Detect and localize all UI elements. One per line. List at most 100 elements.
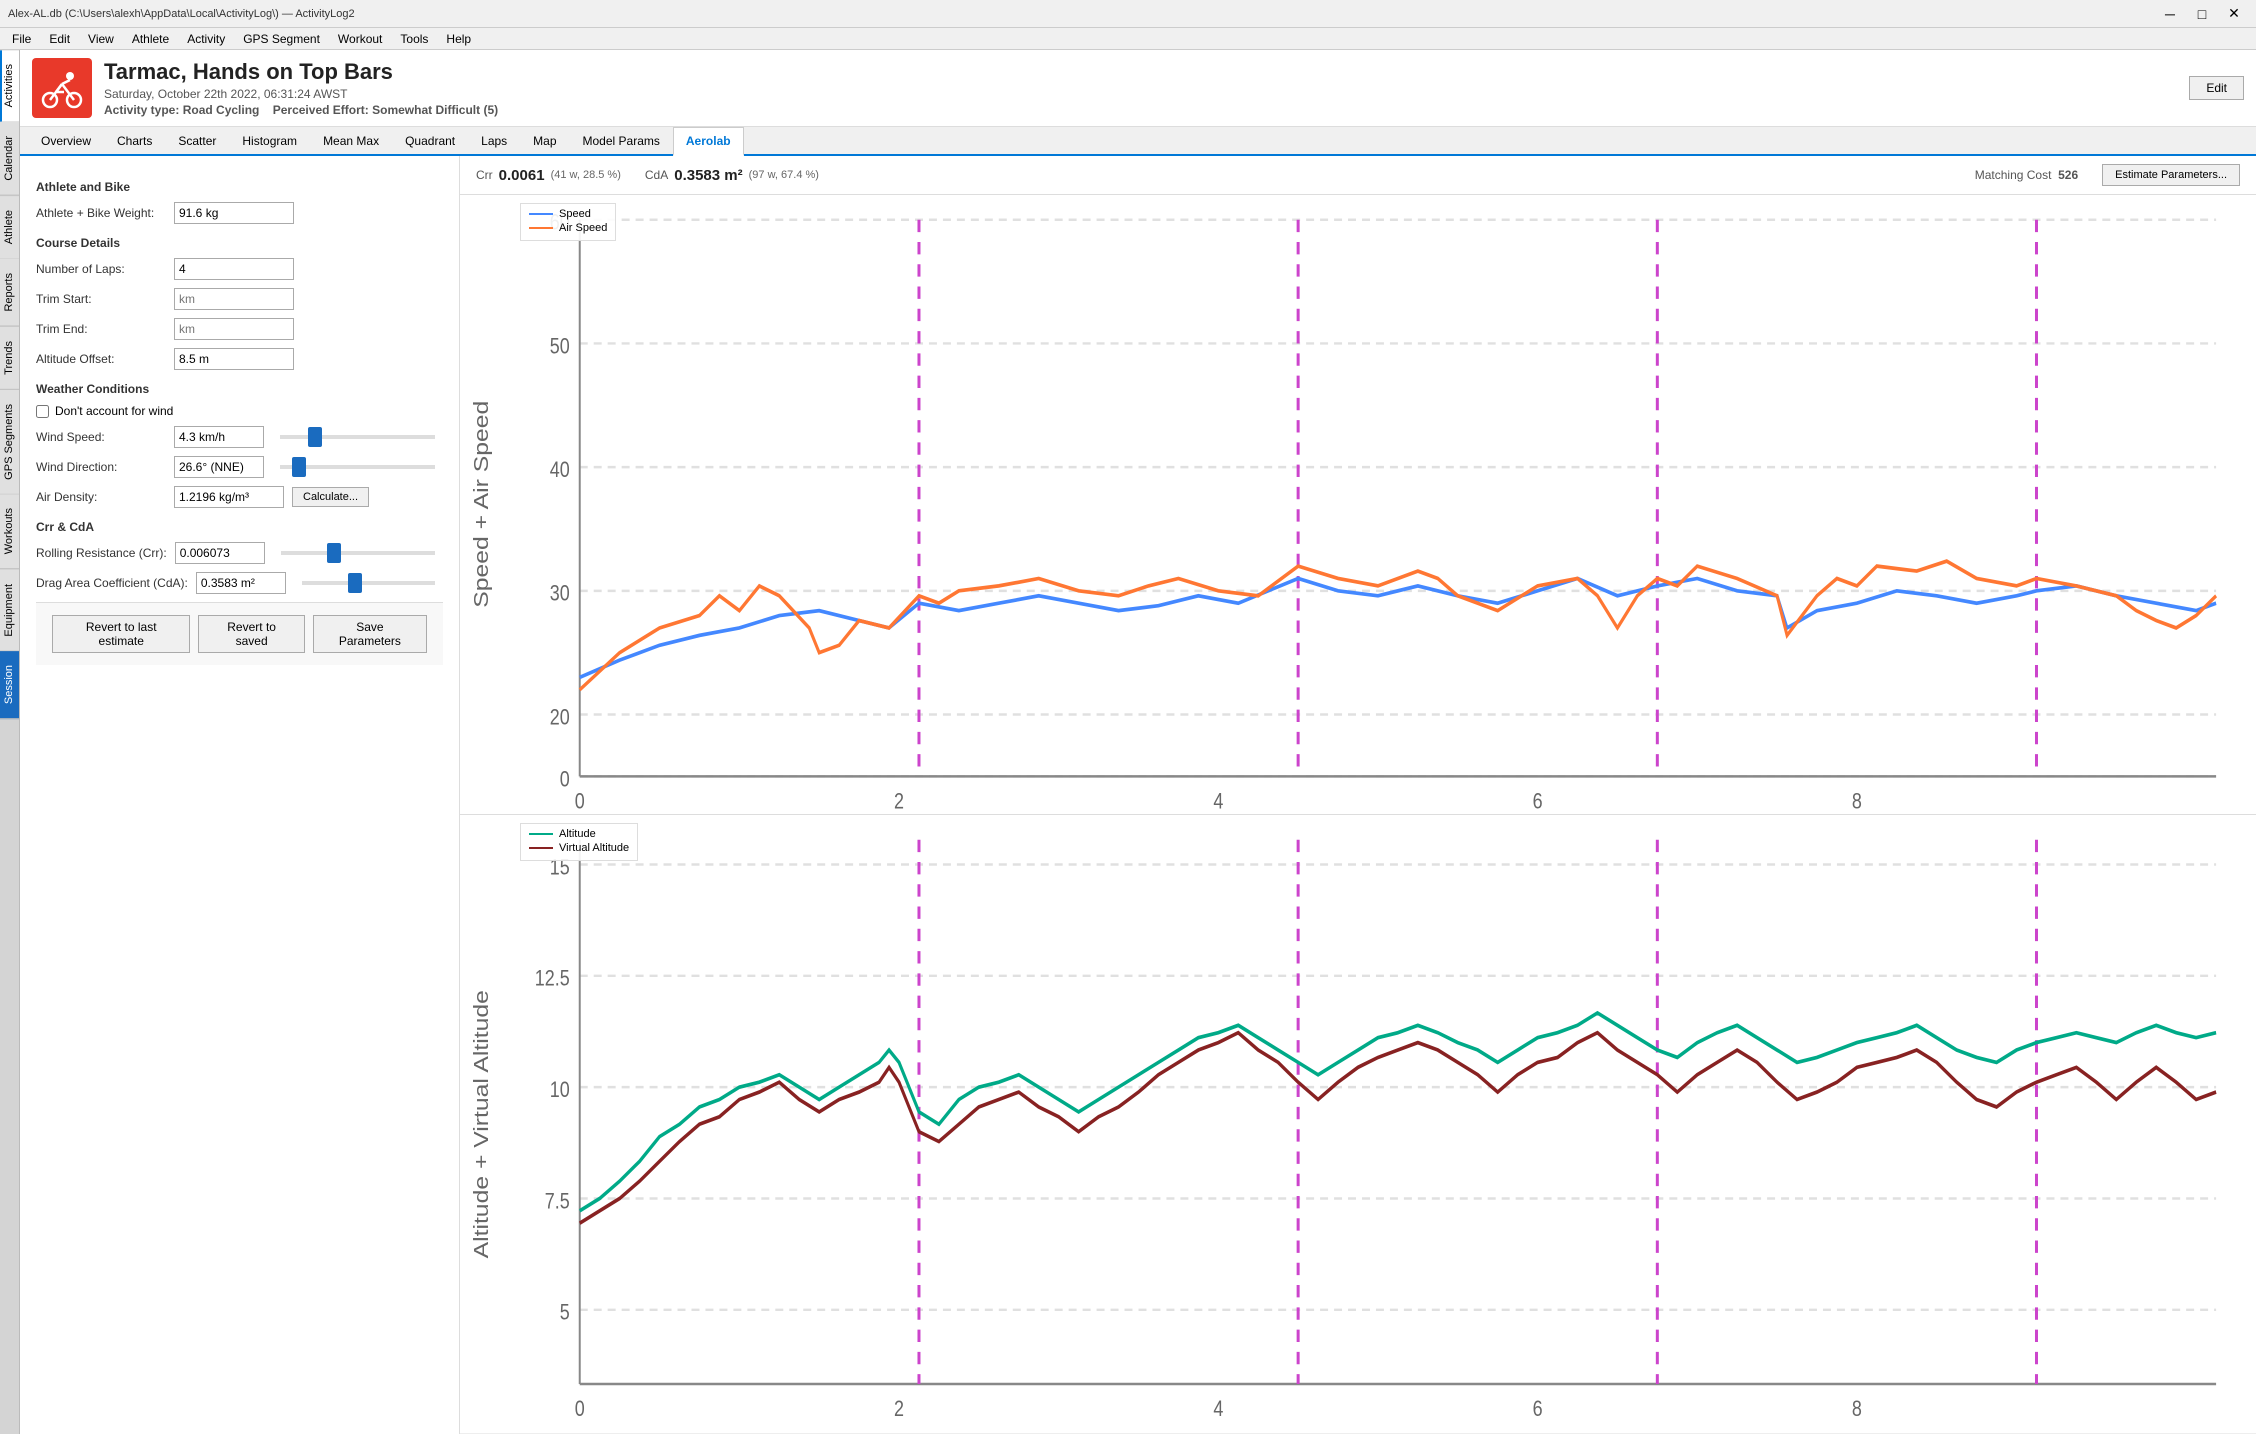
athlete-bike-section-title: Athlete and Bike (36, 180, 443, 194)
header-area: Tarmac, Hands on Top Bars Saturday, Octo… (20, 50, 2256, 127)
dont-account-wind-row: Don't account for wind (36, 404, 443, 418)
menu-workout[interactable]: Workout (330, 30, 390, 48)
perceived-effort-label: Perceived Effort: (273, 103, 369, 117)
menu-athlete[interactable]: Athlete (124, 30, 177, 48)
altitude-offset-row: Altitude Offset: (36, 348, 443, 370)
crr-stat-detail: (41 w, 28.5 %) (551, 169, 621, 181)
sidebar-item-session[interactable]: Session (0, 651, 19, 719)
sidebar-item-equipment[interactable]: Equipment (0, 570, 19, 652)
svg-text:4: 4 (1213, 1397, 1223, 1421)
tab-mean-max[interactable]: Mean Max (310, 127, 392, 154)
sidebar-item-trends[interactable]: Trends (0, 327, 19, 390)
trim-start-label: Trim Start: (36, 292, 166, 306)
drag-area-input[interactable] (196, 572, 286, 594)
speed-chart-container: Speed Air Speed Speed + Air Speed (460, 195, 2256, 815)
cda-slider-track (302, 581, 435, 585)
tab-scatter[interactable]: Scatter (165, 127, 229, 154)
trim-end-input[interactable] (174, 318, 294, 340)
wind-direction-input[interactable] (174, 456, 264, 478)
cda-stat-label: CdA (645, 168, 668, 182)
menu-edit[interactable]: Edit (41, 30, 78, 48)
sidebar-item-calendar[interactable]: Calendar (0, 122, 19, 196)
sidebar-item-workouts[interactable]: Workouts (0, 494, 19, 569)
course-details-section-title: Course Details (36, 236, 443, 250)
num-laps-input[interactable] (174, 258, 294, 280)
dont-account-wind-checkbox[interactable] (36, 405, 49, 418)
tab-map[interactable]: Map (520, 127, 569, 154)
athlete-weight-label: Athlete + Bike Weight: (36, 206, 166, 220)
speed-legend-line (529, 213, 553, 215)
svg-text:20: 20 (550, 706, 570, 730)
main-wrapper: Tarmac, Hands on Top Bars Saturday, Octo… (20, 50, 2256, 1434)
maximize-button[interactable]: □ (2188, 4, 2216, 24)
tab-quadrant[interactable]: Quadrant (392, 127, 468, 154)
tab-charts[interactable]: Charts (104, 127, 165, 154)
estimate-params-button[interactable]: Estimate Parameters... (2102, 164, 2240, 186)
speed-chart-svg: Speed + Air Speed (460, 195, 2256, 814)
matching-cost-value: 526 (2058, 168, 2078, 182)
svg-text:40: 40 (550, 458, 570, 482)
tab-laps[interactable]: Laps (468, 127, 520, 154)
sidebar-item-gps-segments[interactable]: GPS Segments (0, 390, 19, 495)
wind-direction-slider-thumb[interactable] (292, 457, 306, 477)
svg-text:8: 8 (1852, 790, 1862, 814)
drag-area-label: Drag Area Coefficient (CdA): (36, 576, 188, 590)
title-bar: Alex-AL.db (C:\Users\alexh\AppData\Local… (0, 0, 2256, 28)
menu-file[interactable]: File (4, 30, 39, 48)
tabs-row: Overview Charts Scatter Histogram Mean M… (20, 127, 2256, 156)
rolling-resistance-input[interactable] (175, 542, 265, 564)
altitude-chart-container: Altitude Virtual Altitude Altitude + Vir… (460, 815, 2256, 1434)
sidebar-item-activities[interactable]: Activities (0, 50, 19, 122)
tab-histogram[interactable]: Histogram (229, 127, 310, 154)
activity-type-line: Activity type: Road Cycling Perceived Ef… (104, 103, 498, 117)
revert-estimate-button[interactable]: Revert to last estimate (52, 615, 190, 653)
wind-speed-row: Wind Speed: (36, 426, 443, 448)
trim-start-row: Trim Start: (36, 288, 443, 310)
tab-model-params[interactable]: Model Params (570, 127, 673, 154)
air-speed-legend-item: Air Speed (529, 222, 607, 234)
altitude-offset-input[interactable] (174, 348, 294, 370)
trim-end-label: Trim End: (36, 322, 166, 336)
save-params-button[interactable]: Save Parameters (313, 615, 427, 653)
trim-start-input[interactable] (174, 288, 294, 310)
menu-tools[interactable]: Tools (392, 30, 436, 48)
crr-slider-thumb[interactable] (327, 543, 341, 563)
perceived-effort-value: Somewhat Difficult (5) (372, 103, 498, 117)
num-laps-label: Number of Laps: (36, 262, 166, 276)
wind-speed-input[interactable] (174, 426, 264, 448)
activity-title: Tarmac, Hands on Top Bars (104, 59, 498, 85)
svg-text:0: 0 (575, 790, 585, 814)
tab-aerolab[interactable]: Aerolab (673, 127, 744, 156)
svg-text:6: 6 (1533, 790, 1543, 814)
sidebar-item-reports[interactable]: Reports (0, 259, 19, 327)
svg-text:10: 10 (550, 1078, 570, 1102)
calculate-button[interactable]: Calculate... (292, 487, 369, 507)
air-density-input[interactable] (174, 486, 284, 508)
edit-button[interactable]: Edit (2189, 76, 2244, 100)
left-panel: Athlete and Bike Athlete + Bike Weight: … (20, 156, 460, 1434)
athlete-weight-input[interactable] (174, 202, 294, 224)
header-left: Tarmac, Hands on Top Bars Saturday, Octo… (32, 58, 498, 118)
revert-saved-button[interactable]: Revert to saved (198, 615, 304, 653)
activity-type-label: Activity type: (104, 103, 179, 117)
svg-text:4: 4 (1213, 790, 1223, 814)
tab-overview[interactable]: Overview (28, 127, 104, 154)
menu-gps-segment[interactable]: GPS Segment (235, 30, 328, 48)
crr-stat-value: 0.0061 (499, 167, 545, 184)
wind-speed-slider-thumb[interactable] (308, 427, 322, 447)
menu-help[interactable]: Help (438, 30, 479, 48)
wind-direction-row: Wind Direction: (36, 456, 443, 478)
close-button[interactable]: ✕ (2220, 4, 2248, 24)
wind-direction-label: Wind Direction: (36, 460, 166, 474)
side-nav: Activities Calendar Athlete Reports Tren… (0, 50, 20, 1434)
minimize-button[interactable]: ─ (2156, 4, 2184, 24)
menu-activity[interactable]: Activity (179, 30, 233, 48)
sidebar-item-athlete[interactable]: Athlete (0, 196, 19, 259)
wind-direction-slider-track (280, 465, 435, 469)
matching-cost-label: Matching Cost 526 (1975, 168, 2078, 182)
cda-slider-thumb[interactable] (348, 573, 362, 593)
crr-slider-track (281, 551, 435, 555)
content-area: Athlete and Bike Athlete + Bike Weight: … (20, 156, 2256, 1434)
menu-view[interactable]: View (80, 30, 122, 48)
speed-legend-label: Speed (559, 208, 591, 220)
